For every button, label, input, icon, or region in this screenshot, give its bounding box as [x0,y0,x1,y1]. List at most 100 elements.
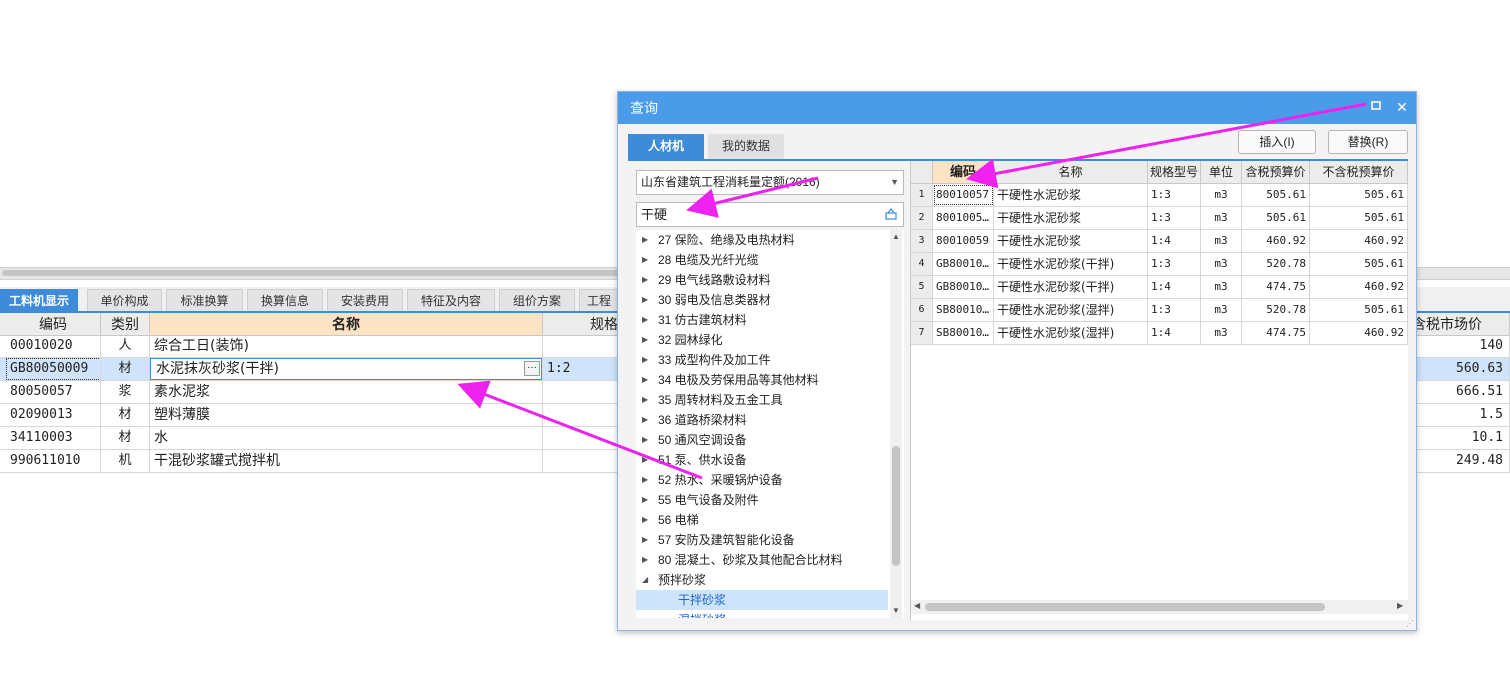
cell-name[interactable]: 干硬性水泥砂浆 [994,207,1148,229]
tree-scrollbar[interactable]: ▲ ▼ [890,230,902,618]
tree-item[interactable]: ▶ 33 成型构件及加工件 [636,350,888,370]
cell-notax-price[interactable]: 505.61 [1310,207,1408,229]
expand-icon[interactable]: ▶ [642,230,648,250]
cell-tax-price[interactable]: 520.78 [1242,253,1310,275]
cell-tax-price[interactable]: 505.61 [1242,184,1310,206]
cell-spec[interactable]: 1:3 [1148,299,1201,321]
cell-notax-price[interactable]: 505.61 [1310,253,1408,275]
tree-item[interactable]: ▶ 29 电气线路敷设材料 [636,270,888,290]
tab-materials[interactable]: 人材机 [628,134,704,159]
expand-icon[interactable]: ▶ [642,490,648,510]
tab-standard-conversion[interactable]: 标准换算 [166,289,243,311]
tree-item[interactable]: ▶ 27 保险、绝缘及电热材料 [636,230,888,250]
tree-item[interactable]: ▶ 55 电气设备及附件 [636,490,888,510]
tree-item[interactable]: ▶ 80 混凝土、砂浆及其他配合比材料 [636,550,888,570]
search-clear-icon[interactable] [885,208,897,220]
col-spec[interactable]: 规格型号 [1148,161,1201,183]
cell-code[interactable]: 02090013 [6,404,101,426]
cell-spec[interactable] [543,404,623,426]
col-tax-market-price[interactable]: 含税市场价 [1410,313,1510,335]
expand-icon[interactable]: ▶ [642,470,648,490]
cell-code[interactable]: SB80010… [933,322,994,344]
tree-item-selected[interactable]: 干拌砂浆 [636,590,888,610]
cell-notax-price[interactable]: 505.61 [1310,299,1408,321]
insert-button[interactable]: 插入(I) [1238,130,1316,154]
cell-spec[interactable] [543,335,623,357]
cell-tax-price[interactable]: 474.75 [1242,322,1310,344]
col-notax-price[interactable]: 不含税预算价 [1310,161,1408,183]
result-row[interactable]: 6 SB80010… 干硬性水泥砂浆(湿拌) 1:3 m3 520.78 505… [911,299,1408,322]
tree-item-expanded[interactable]: ◢ 预拌砂浆 [636,570,888,590]
cell-tax-price[interactable]: 505.61 [1242,207,1310,229]
cell-type[interactable]: 材 [101,358,150,380]
cell-name[interactable]: 干硬性水泥砂浆 [994,230,1148,252]
result-hscrollbar[interactable]: ◀ ▶ [911,600,1408,614]
cell-tax-price[interactable]: 520.78 [1242,299,1310,321]
result-row[interactable]: 3 80010059 干硬性水泥砂浆 1:4 m3 460.92 460.92 [911,230,1408,253]
cell-price[interactable]: 140 [1410,335,1510,357]
expand-icon[interactable]: ▶ [642,510,648,530]
cell-code[interactable]: 80050057 [6,381,101,403]
cell-name[interactable]: 综合工日(装饰) [150,335,543,357]
tree-item[interactable]: ▶ 51 泵、供水设备 [636,450,888,470]
expand-icon[interactable]: ▶ [642,530,648,550]
col-spec[interactable]: 规格 [543,313,623,335]
dialog-title-bar[interactable]: 查询 [618,92,1416,124]
tree-item[interactable]: ▶ 31 仿古建筑材料 [636,310,888,330]
col-type[interactable]: 类别 [101,313,150,335]
cell-code[interactable]: 8001005… [933,207,994,229]
cell-price[interactable]: 666.51 [1410,381,1510,403]
col-name[interactable]: 名称 [994,161,1148,183]
tree-item[interactable]: 湿拌砂浆 [636,610,888,618]
result-row[interactable]: 1 80010057 干硬性水泥砂浆 1:3 m3 505.61 505.61 [911,184,1408,207]
cell-code[interactable]: GB80010… [933,253,994,275]
cell-unit[interactable]: m3 [1201,299,1242,321]
cell-unit[interactable]: m3 [1201,322,1242,344]
cell-unit[interactable]: m3 [1201,207,1242,229]
cell-code[interactable]: 80010057 [933,184,994,206]
scroll-left-icon[interactable]: ◀ [914,601,920,610]
expand-icon[interactable]: ▶ [642,370,648,390]
cell-name[interactable]: 干硬性水泥砂浆(湿拌) [994,299,1148,321]
search-input[interactable]: 干硬 [636,202,904,227]
tree-item[interactable]: ▶ 57 安防及建筑智能化设备 [636,530,888,550]
cell-tax-price[interactable]: 460.92 [1242,230,1310,252]
cell-name[interactable]: 水 [150,427,543,449]
cell-name[interactable]: 干硬性水泥砂浆 [994,184,1148,206]
expand-icon[interactable]: ▶ [642,270,648,290]
result-row[interactable]: 5 GB80010… 干硬性水泥砂浆(干拌) 1:4 m3 474.75 460… [911,276,1408,299]
cell-name[interactable]: 干硬性水泥砂浆(干拌) [994,253,1148,275]
cell-notax-price[interactable]: 460.92 [1310,276,1408,298]
expand-icon[interactable]: ▶ [642,390,648,410]
cell-type[interactable]: 材 [101,427,150,449]
cell-spec[interactable]: 1:3 [1148,184,1201,206]
col-code[interactable]: 编码 [933,161,994,183]
expand-icon[interactable]: ▶ [642,330,648,350]
cell-spec[interactable]: 1:4 [1148,276,1201,298]
tree-item[interactable]: ▶ 56 电梯 [636,510,888,530]
expand-icon[interactable]: ▶ [642,450,648,470]
tree-item[interactable]: ▶ 35 周转材料及五金工具 [636,390,888,410]
col-code[interactable]: 编码 [6,313,101,335]
expand-icon[interactable]: ▶ [642,290,648,310]
cell-price[interactable]: 560.63 [1410,358,1510,380]
tree-item[interactable]: ▶ 30 弱电及信息类器材 [636,290,888,310]
cell-name[interactable]: 素水泥浆 [150,381,543,403]
resize-grip-icon[interactable]: ⋰ [1406,620,1414,628]
cell-name[interactable]: 水泥抹灰砂浆(干拌) [152,358,522,380]
cell-spec[interactable]: 1:4 [1148,230,1201,252]
cell-type[interactable]: 材 [101,404,150,426]
cell-code[interactable]: 80010059 [933,230,994,252]
tree-item[interactable]: ▶ 32 园林绿化 [636,330,888,350]
tree-item[interactable]: ▶ 52 热水、采暖锅炉设备 [636,470,888,490]
cell-unit[interactable]: m3 [1201,253,1242,275]
scroll-up-icon[interactable]: ▲ [892,232,900,241]
col-name[interactable]: 名称 [150,313,543,335]
result-row[interactable]: 7 SB80010… 干硬性水泥砂浆(湿拌) 1:4 m3 474.75 460… [911,322,1408,345]
tab-install-fee[interactable]: 安装费用 [327,289,403,311]
cell-code[interactable]: SB80010… [933,299,994,321]
cell-spec[interactable] [543,450,623,472]
tab-project[interactable]: 工程 [579,289,619,311]
cell-spec[interactable] [543,381,623,403]
scrollbar-thumb[interactable] [2,270,622,276]
